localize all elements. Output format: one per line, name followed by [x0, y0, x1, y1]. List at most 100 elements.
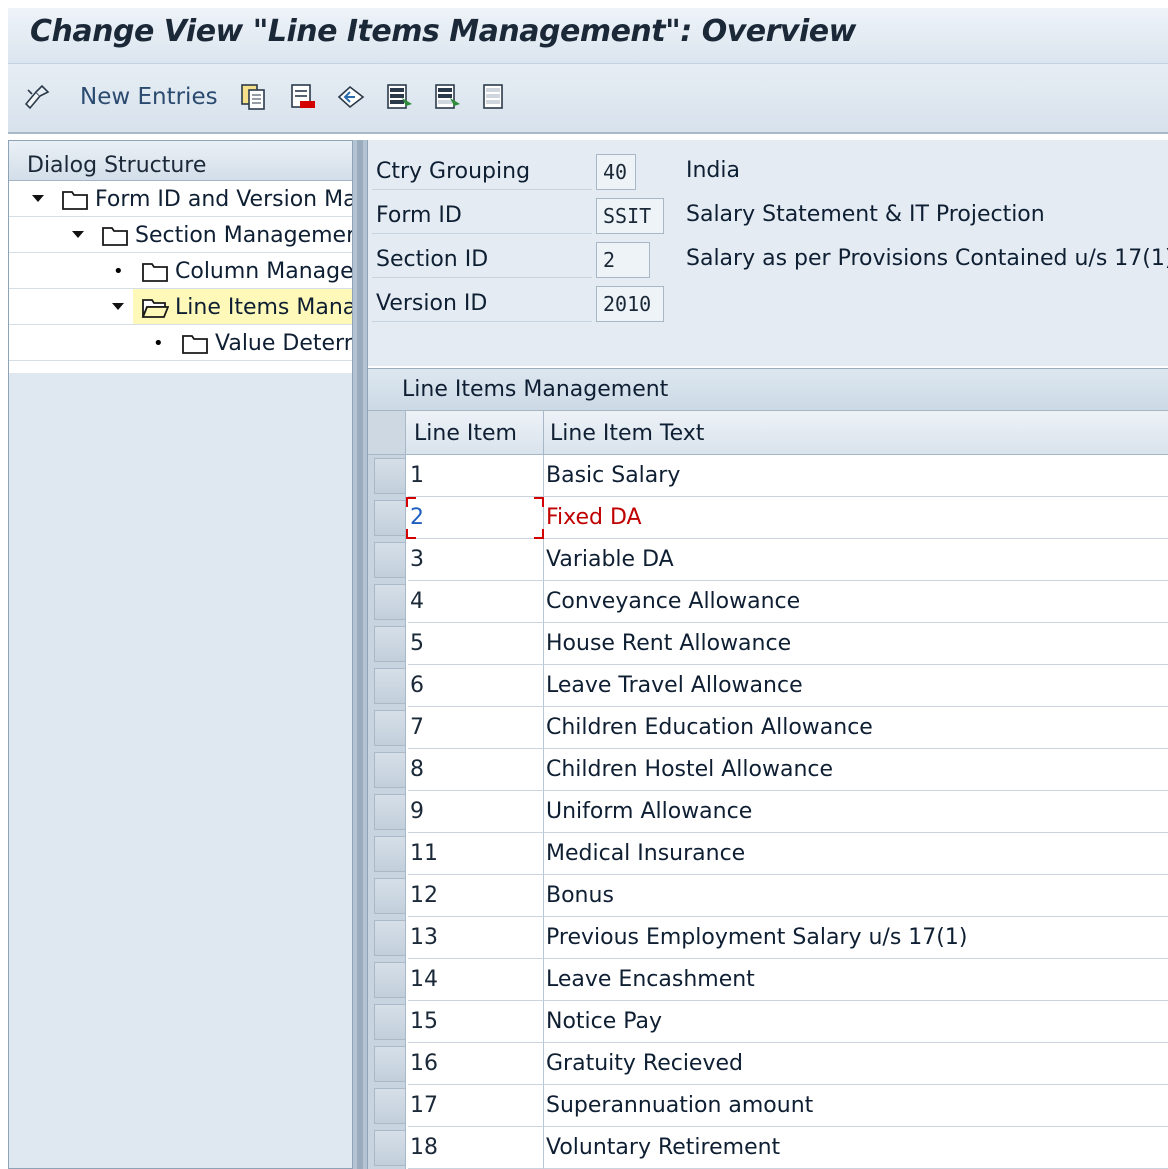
table-row[interactable]: 18 Voluntary Retirement [368, 1127, 1168, 1169]
row-select-button[interactable] [374, 1004, 406, 1040]
line-item-text-cell[interactable]: Variable DA [544, 539, 1168, 581]
line-item-text-cell[interactable]: Leave Encashment [544, 959, 1168, 1001]
line-item-cell[interactable]: 4 [408, 581, 544, 623]
table-row[interactable]: 11 Medical Insurance [368, 833, 1168, 875]
table-row[interactable]: 15 Notice Pay [368, 1001, 1168, 1043]
pane-splitter[interactable] [352, 140, 368, 1169]
row-select-button[interactable] [374, 542, 406, 578]
row-select-button[interactable] [374, 752, 406, 788]
line-item-cell[interactable]: 17 [408, 1085, 544, 1127]
line-item-text-cell[interactable]: Fixed DA [544, 497, 1168, 539]
line-item-text-cell[interactable]: Conveyance Allowance [544, 581, 1168, 623]
section-id-field[interactable]: 2 [596, 242, 650, 278]
line-item-cell[interactable]: 6 [408, 665, 544, 707]
select-block-icon[interactable] [432, 82, 462, 112]
deselect-all-icon[interactable] [480, 82, 510, 112]
version-id-field[interactable]: 2010 [596, 286, 664, 322]
expanded-triangle-icon[interactable] [71, 228, 85, 242]
table-row[interactable]: 5 House Rent Allowance [368, 623, 1168, 665]
line-item-cell[interactable]: 5 [408, 623, 544, 665]
table-row[interactable]: 6 Leave Travel Allowance [368, 665, 1168, 707]
tree-node-line-items-management[interactable]: Line Items Mana [9, 289, 353, 325]
undo-change-icon[interactable] [336, 82, 366, 112]
line-item-text-cell[interactable]: Basic Salary [544, 455, 1168, 497]
line-item-text-cell[interactable]: Children Hostel Allowance [544, 749, 1168, 791]
row-select-button[interactable] [374, 794, 406, 830]
line-item-cell[interactable]: 1 [408, 455, 544, 497]
section-id-row: Section ID 2 Salary as per Provisions Co… [368, 240, 1168, 280]
table-row[interactable]: 14 Leave Encashment [368, 959, 1168, 1001]
line-item-cell[interactable]: 15 [408, 1001, 544, 1043]
row-select-button[interactable] [374, 500, 406, 536]
version-id-label: Version ID [372, 286, 592, 322]
ctry-grouping-field[interactable]: 40 [596, 154, 636, 190]
expanded-triangle-icon[interactable] [111, 300, 125, 314]
line-item-text-cell[interactable]: Previous Employment Salary u/s 17(1) [544, 917, 1168, 959]
table-row[interactable]: 13 Previous Employment Salary u/s 17(1) [368, 917, 1168, 959]
delete-icon[interactable] [288, 82, 318, 112]
section-id-text: Salary as per Provisions Contained u/s 1… [686, 246, 1168, 271]
tree-node-column-management[interactable]: • Column Manage [9, 253, 353, 289]
dialog-structure-header: Dialog Structure [9, 141, 353, 181]
line-item-text-cell[interactable]: Notice Pay [544, 1001, 1168, 1043]
copy-icon[interactable] [238, 82, 268, 112]
line-item-cell[interactable]: 13 [408, 917, 544, 959]
row-select-button[interactable] [374, 920, 406, 956]
line-item-text-cell[interactable]: Voluntary Retirement [544, 1127, 1168, 1169]
line-item-cell[interactable]: 2 [408, 497, 544, 539]
dialog-structure-tree: Dialog Structure Form ID and Version Ma … [9, 141, 353, 373]
line-item-cell[interactable]: 14 [408, 959, 544, 1001]
ctry-grouping-text: India [686, 158, 740, 183]
select-all-icon[interactable] [384, 82, 414, 112]
table-row[interactable]: 9 Uniform Allowance [368, 791, 1168, 833]
tree-node-form-id-version[interactable]: Form ID and Version Ma [9, 181, 353, 217]
leaf-bullet-icon: • [153, 333, 164, 354]
expanded-triangle-icon[interactable] [31, 192, 45, 206]
line-item-text-cell[interactable]: Superannuation amount [544, 1085, 1168, 1127]
table-row[interactable]: 7 Children Education Allowance [368, 707, 1168, 749]
row-select-button[interactable] [374, 584, 406, 620]
table-row[interactable]: 2 Fixed DA [368, 497, 1168, 539]
line-item-cell[interactable]: 8 [408, 749, 544, 791]
row-select-button[interactable] [374, 668, 406, 704]
table-row[interactable]: 16 Gratuity Recieved [368, 1043, 1168, 1085]
line-item-text-cell[interactable]: House Rent Allowance [544, 623, 1168, 665]
line-item-cell[interactable]: 3 [408, 539, 544, 581]
row-select-button[interactable] [374, 626, 406, 662]
change-display-icon[interactable] [22, 82, 52, 112]
line-item-text-cell[interactable]: Gratuity Recieved [544, 1043, 1168, 1085]
line-item-cell[interactable]: 16 [408, 1043, 544, 1085]
line-item-text-cell[interactable]: Bonus [544, 875, 1168, 917]
row-select-button[interactable] [374, 878, 406, 914]
line-item-cell[interactable]: 7 [408, 707, 544, 749]
row-select-button[interactable] [374, 836, 406, 872]
title-bar: Change View "Line Items Management": Ove… [8, 8, 1168, 64]
table-row[interactable]: 4 Conveyance Allowance [368, 581, 1168, 623]
row-select-button[interactable] [374, 458, 406, 494]
column-header-line-item[interactable]: Line Item [406, 411, 544, 455]
tree-node-section-management[interactable]: Section Managemer [9, 217, 353, 253]
row-select-button[interactable] [374, 1088, 406, 1124]
line-item-text-cell[interactable]: Medical Insurance [544, 833, 1168, 875]
row-select-button[interactable] [374, 1130, 406, 1166]
column-header-line-item-text[interactable]: Line Item Text [544, 411, 1168, 455]
table-row[interactable]: 8 Children Hostel Allowance [368, 749, 1168, 791]
table-row[interactable]: 17 Superannuation amount [368, 1085, 1168, 1127]
line-item-cell[interactable]: 9 [408, 791, 544, 833]
row-select-button[interactable] [374, 1046, 406, 1082]
row-select-button[interactable] [374, 962, 406, 998]
line-item-cell[interactable]: 12 [408, 875, 544, 917]
select-all-rows-button[interactable] [368, 411, 406, 454]
new-entries-button[interactable]: New Entries [80, 84, 218, 110]
line-item-cell[interactable]: 11 [408, 833, 544, 875]
table-row[interactable]: 3 Variable DA [368, 539, 1168, 581]
line-item-cell[interactable]: 18 [408, 1127, 544, 1169]
line-item-text-cell[interactable]: Uniform Allowance [544, 791, 1168, 833]
row-select-button[interactable] [374, 710, 406, 746]
table-row[interactable]: 1 Basic Salary [368, 455, 1168, 497]
line-item-text-cell[interactable]: Children Education Allowance [544, 707, 1168, 749]
form-id-field[interactable]: SSIT [596, 198, 664, 234]
tree-node-value-determination[interactable]: • Value Detern [9, 325, 353, 361]
table-row[interactable]: 12 Bonus [368, 875, 1168, 917]
line-item-text-cell[interactable]: Leave Travel Allowance [544, 665, 1168, 707]
